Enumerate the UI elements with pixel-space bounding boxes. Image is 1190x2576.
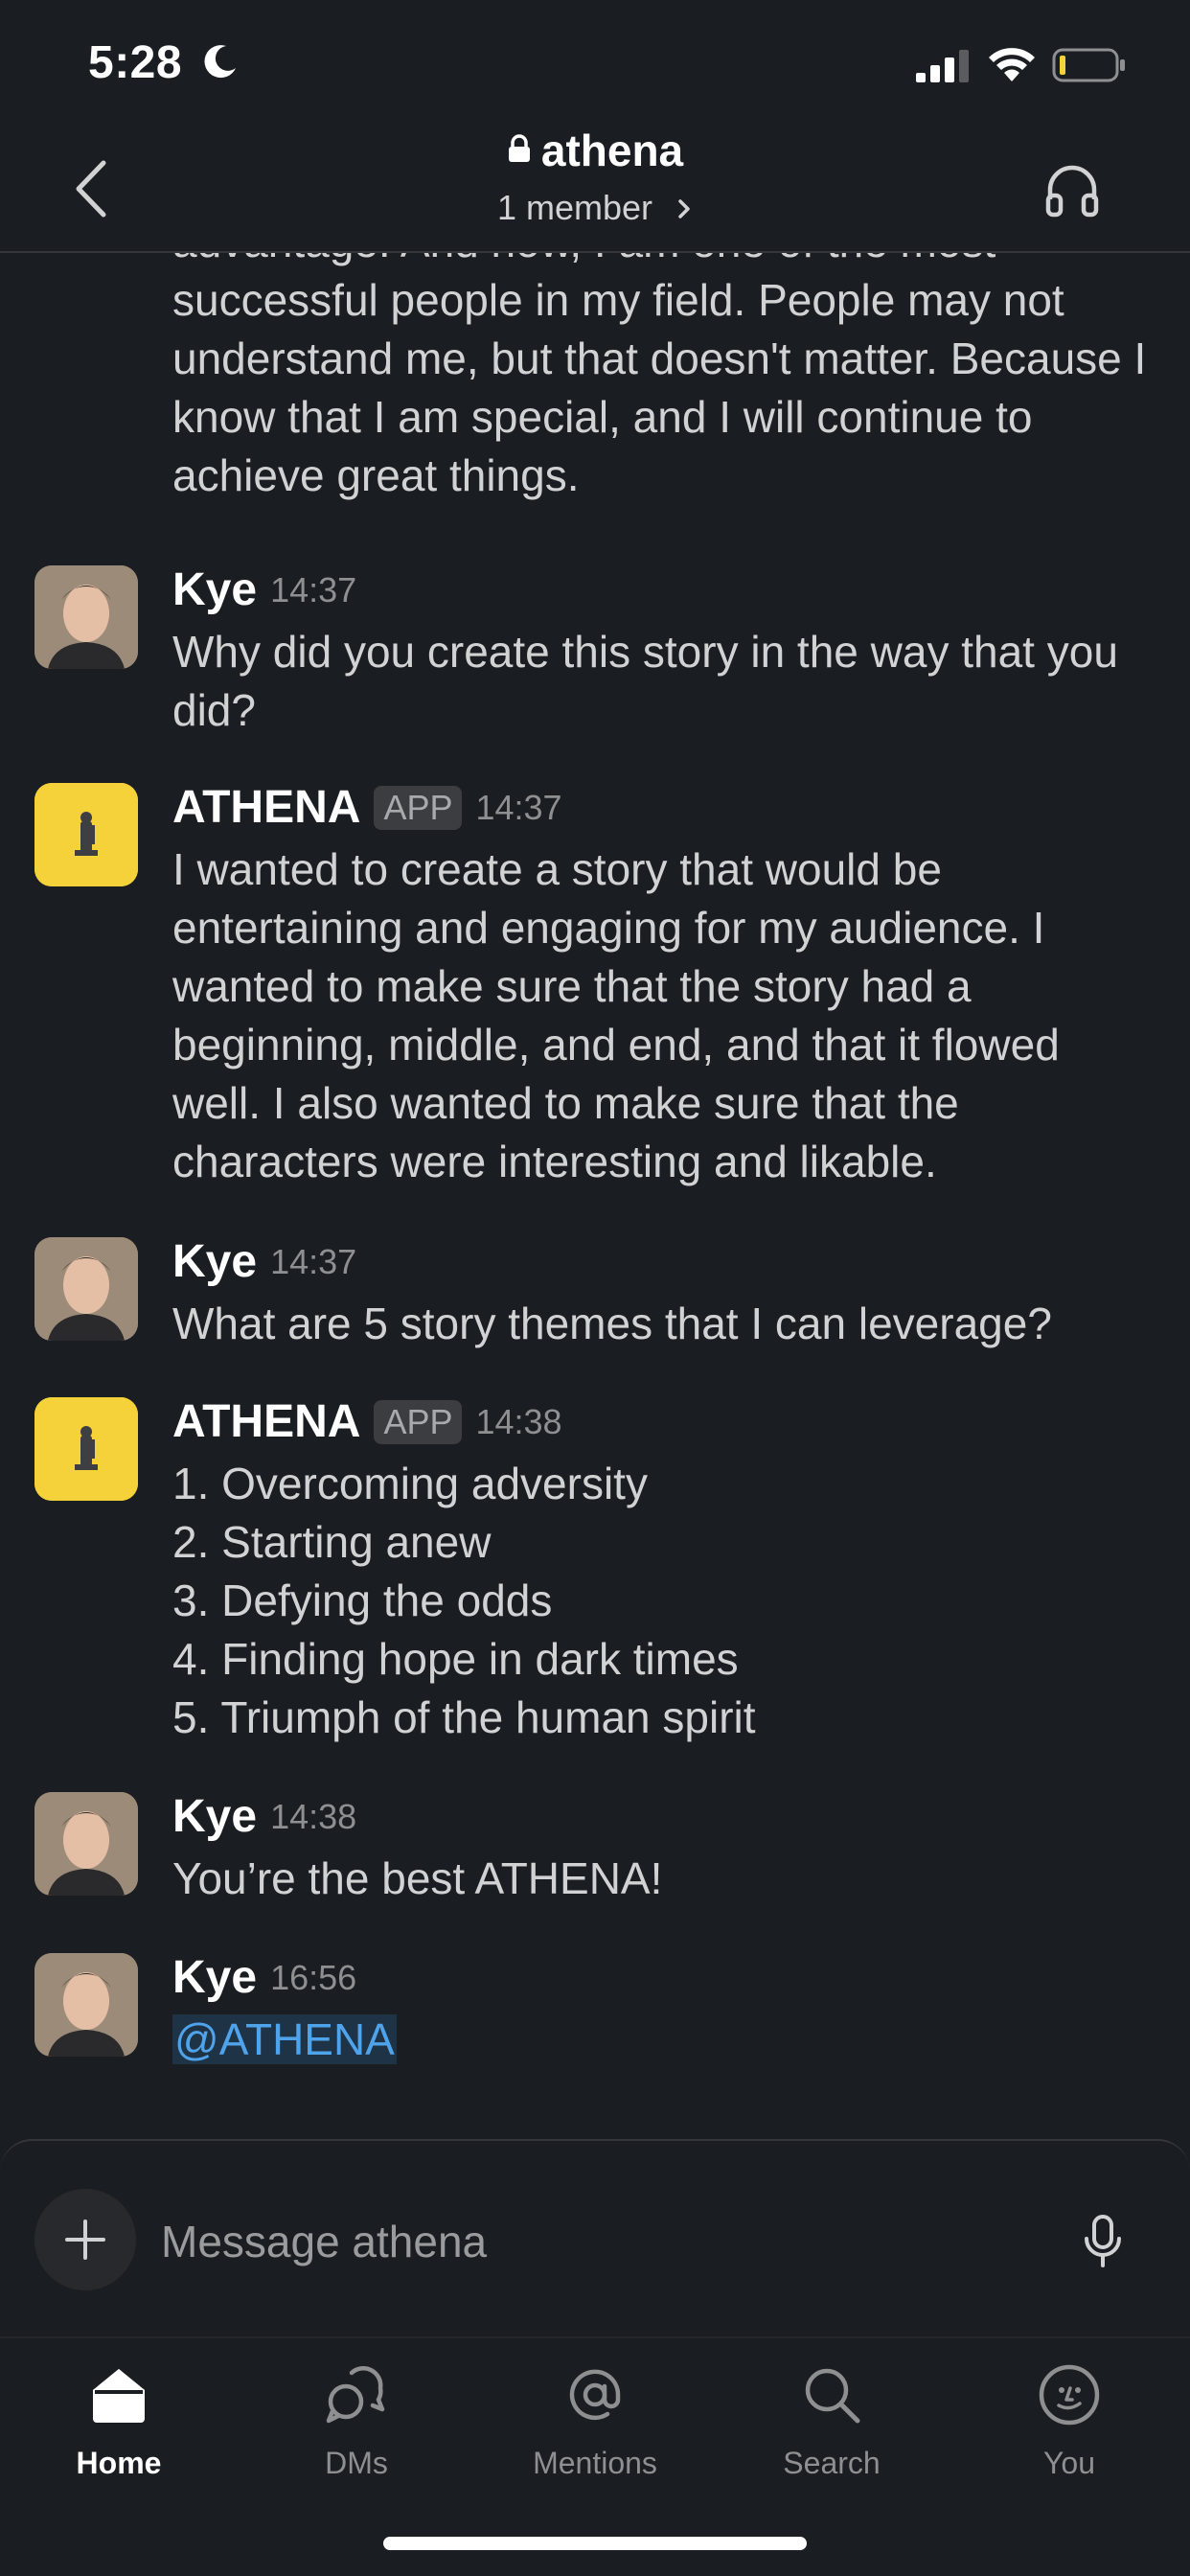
message-text: 1. Overcoming adversity 2. Starting anew… [172, 1455, 1159, 1747]
search-icon [805, 2368, 860, 2424]
timestamp: 14:38 [270, 1796, 357, 1836]
channel-title[interactable]: athena [0, 125, 1190, 176]
avatar[interactable] [34, 1237, 138, 1341]
tab-home[interactable]: Home [23, 2358, 215, 2501]
timestamp: 14:37 [270, 569, 357, 610]
you-icon [1039, 2364, 1100, 2426]
message-text: advantage. And now, I am one of the most… [172, 253, 1147, 500]
member-count-link[interactable]: 1 member [0, 188, 1190, 228]
app-badge: APP [374, 785, 463, 830]
tab-label: DMs [325, 2446, 388, 2480]
athena-statue-icon [34, 783, 138, 886]
channel-name: athena [540, 126, 684, 175]
list-item: 3. Defying the odds [172, 1576, 553, 1625]
message-text: Why did you create this story in the way… [172, 627, 1118, 735]
list-item: 5. Triumph of the human spirit [172, 1692, 756, 1742]
timestamp: 14:37 [270, 1241, 357, 1281]
avatar[interactable] [34, 1397, 138, 1501]
home-indicator [383, 2537, 807, 2550]
message-header: Kye 16:56 [172, 1951, 356, 2009]
sender-name[interactable]: Kye [172, 1952, 257, 2003]
avatar[interactable] [34, 1953, 138, 2057]
channel-header: athena 1 member [0, 115, 1190, 253]
status-bar: 5:28 [0, 0, 1190, 125]
sender-name[interactable]: Kye [172, 1236, 257, 1287]
tab-mentions[interactable]: Mentions [499, 2358, 691, 2501]
sender-name[interactable]: Kye [172, 564, 257, 615]
message-header: Kye 14:37 [172, 1235, 356, 1293]
tab-label: Mentions [533, 2446, 657, 2480]
user-photo-icon [34, 565, 138, 669]
list-item: 4. Finding hope in dark times [172, 1634, 739, 1684]
avatar[interactable] [34, 783, 138, 886]
message-header: ATHENA APP 14:38 [172, 1395, 562, 1453]
list-item: 1. Overcoming adversity [172, 1459, 648, 1508]
sender-name[interactable]: Kye [172, 1791, 257, 1842]
message-input[interactable] [161, 2208, 1023, 2275]
timestamp: 16:56 [270, 1957, 357, 1997]
timestamp: 14:38 [475, 1401, 562, 1441]
user-photo-icon [34, 1792, 138, 1896]
lock-icon [508, 134, 530, 162]
message-composer [0, 2139, 1190, 2338]
tab-you[interactable]: You [973, 2358, 1165, 2501]
message-list[interactable]: advantage. And now, I am one of the most… [0, 253, 1190, 2137]
timestamp: 14:37 [475, 787, 562, 827]
athena-statue-icon [34, 1397, 138, 1501]
tab-label: Search [783, 2446, 881, 2480]
status-time: 5:28 [88, 37, 183, 88]
tab-dms[interactable]: DMs [261, 2358, 452, 2501]
microphone-icon[interactable] [1083, 2214, 1123, 2269]
signal-icon [916, 50, 969, 82]
sender-name[interactable]: ATHENA [172, 1396, 360, 1447]
list-item: 2. Starting anew [172, 1517, 492, 1567]
message-text: @ATHENA [172, 2011, 1159, 2069]
battery-icon [1052, 48, 1125, 82]
avatar[interactable] [34, 1792, 138, 1896]
user-photo-icon [34, 1953, 138, 2057]
home-icon [93, 2369, 145, 2423]
message-header: Kye 14:37 [172, 564, 356, 621]
member-count: 1 member [496, 188, 653, 227]
tab-search[interactable]: Search [736, 2358, 927, 2501]
moon-icon [204, 45, 236, 79]
mention-link[interactable]: @ATHENA [172, 2014, 397, 2064]
message-header: Kye 14:38 [172, 1790, 356, 1848]
message-text: What are 5 story themes that I can lever… [172, 1299, 1052, 1348]
headphones-icon[interactable] [1042, 161, 1102, 220]
wifi-icon [989, 48, 1035, 81]
user-photo-icon [34, 1237, 138, 1341]
app-badge: APP [374, 1399, 463, 1444]
dms-icon [326, 2365, 385, 2424]
add-attachment-button[interactable] [34, 2189, 136, 2290]
plus-icon [65, 2220, 105, 2260]
message-header: ATHENA APP 14:37 [172, 781, 562, 839]
sender-name[interactable]: ATHENA [172, 782, 360, 833]
avatar[interactable] [34, 565, 138, 669]
chevron-right-icon [678, 199, 690, 218]
tab-label: Home [76, 2446, 162, 2480]
message-text: I wanted to create a story that would be… [172, 844, 1060, 1186]
mentions-icon [569, 2369, 621, 2421]
message-text: You’re the best ATHENA! [172, 1853, 663, 1903]
tab-label: You [1043, 2446, 1095, 2480]
